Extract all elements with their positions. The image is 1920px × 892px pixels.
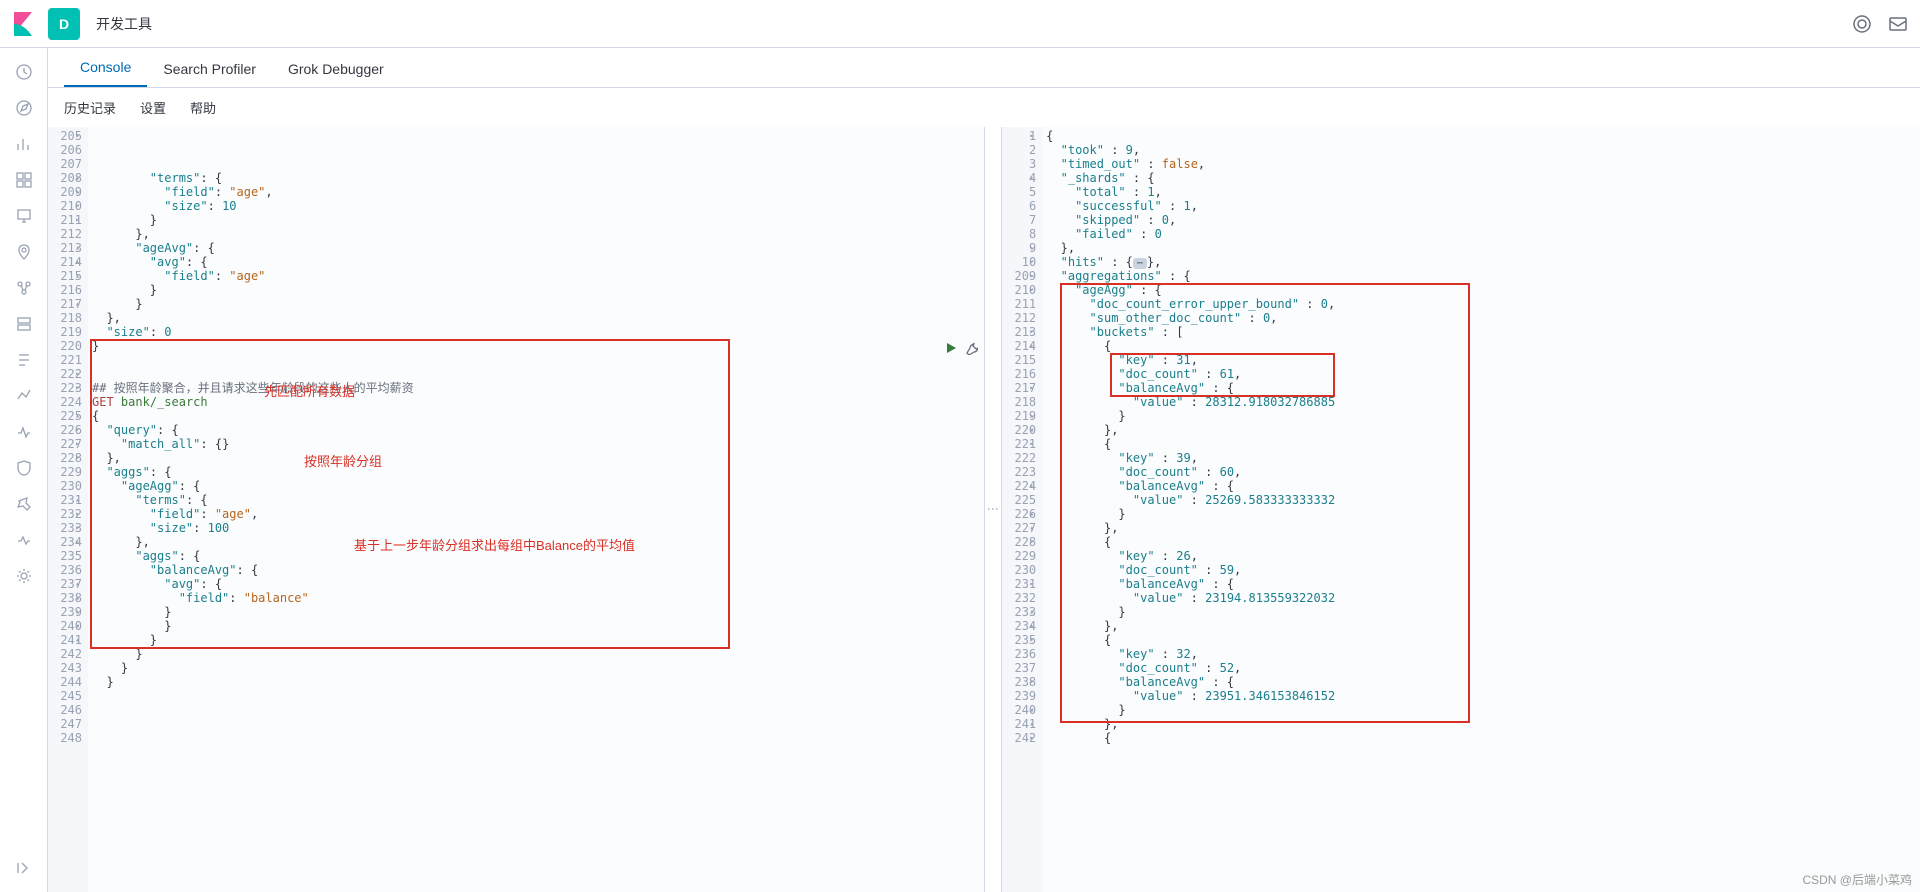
kibana-logo-icon[interactable] (12, 12, 36, 36)
subnav-history[interactable]: 历史记录 (64, 98, 116, 117)
main: Console Search Profiler Grok Debugger 历史… (0, 48, 1920, 892)
nav-dashboard-icon[interactable] (8, 164, 40, 196)
topbar: D 开发工具 (0, 0, 1920, 48)
nav-devtools-icon[interactable] (8, 488, 40, 520)
nav-management-icon[interactable] (8, 560, 40, 592)
request-panel[interactable]: 205▸206207208▴209▴210▸211▸212213▴214▴215… (48, 127, 984, 892)
tab-console[interactable]: Console (64, 49, 147, 87)
tab-search-profiler[interactable]: Search Profiler (147, 51, 272, 87)
nav-canvas-icon[interactable] (8, 200, 40, 232)
nav-collapse-icon[interactable] (8, 852, 40, 884)
response-panel[interactable]: 1▸234▸56789▴10▸209▸210▸211212213▸214▸215… (1002, 127, 1920, 892)
breadcrumb: 开发工具 (96, 14, 1852, 34)
response-gutter: 1▸234▸56789▴10▸209▸210▸211212213▸214▸215… (1002, 127, 1042, 892)
space-badge[interactable]: D (48, 8, 80, 40)
subnav: 历史记录 设置 帮助 (48, 88, 1920, 127)
request-gutter: 205▸206207208▴209▴210▸211▸212213▴214▴215… (48, 127, 88, 892)
sidenav (0, 48, 48, 892)
watermark: CSDN @后端小菜鸡 (1802, 871, 1912, 888)
response-viewer[interactable]: { "took" : 9, "timed_out" : false, "_sha… (1042, 127, 1920, 892)
nav-logs-icon[interactable] (8, 344, 40, 376)
tabs: Console Search Profiler Grok Debugger (48, 48, 1920, 88)
tab-grok-debugger[interactable]: Grok Debugger (272, 51, 400, 87)
content: Console Search Profiler Grok Debugger 历史… (48, 48, 1920, 892)
run-request-icon[interactable] (944, 341, 958, 355)
newsfeed-icon[interactable] (1888, 14, 1908, 34)
panel-divider[interactable]: ⋮ (984, 127, 1002, 892)
nav-recent-icon[interactable] (8, 56, 40, 88)
nav-uptime-icon[interactable] (8, 416, 40, 448)
wrench-icon[interactable] (964, 341, 978, 355)
nav-discover-icon[interactable] (8, 92, 40, 124)
editor-panels: 205▸206207208▴209▴210▸211▸212213▴214▴215… (48, 127, 1920, 892)
nav-apm-icon[interactable] (8, 380, 40, 412)
drag-handle-icon: ⋮ (986, 503, 1000, 517)
subnav-settings[interactable]: 设置 (140, 98, 166, 117)
app-root: D 开发工具 Console (0, 0, 1920, 892)
nav-visualize-icon[interactable] (8, 128, 40, 160)
nav-monitoring-icon[interactable] (8, 524, 40, 556)
nav-ml-icon[interactable] (8, 272, 40, 304)
help-icon[interactable] (1852, 14, 1872, 34)
nav-maps-icon[interactable] (8, 236, 40, 268)
nav-siem-icon[interactable] (8, 452, 40, 484)
nav-infra-icon[interactable] (8, 308, 40, 340)
subnav-help[interactable]: 帮助 (190, 98, 216, 117)
request-editor[interactable]: "terms": { "field": "age", "size": 10 } … (88, 127, 984, 892)
